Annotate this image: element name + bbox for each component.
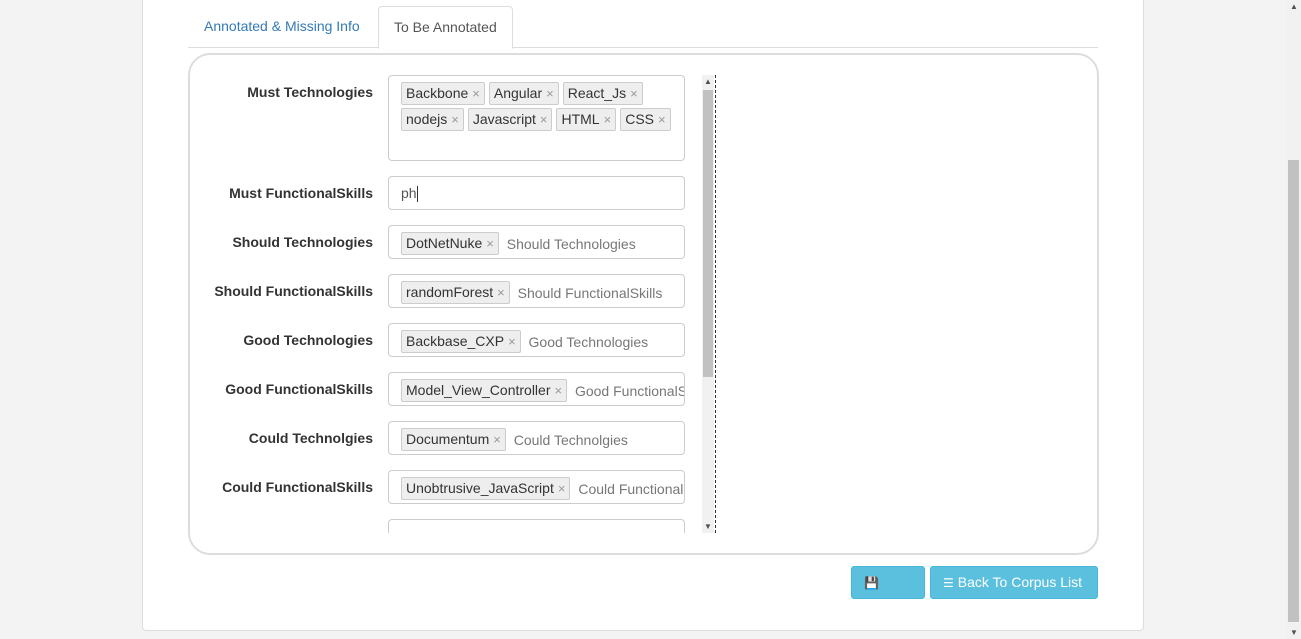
tag-label: Backbase_CXP	[406, 333, 505, 349]
tag-label: Documentum	[406, 431, 490, 447]
tag: Unobtrusive_JavaScript ×	[401, 477, 571, 500]
field-label: Could Technolgies	[248, 430, 373, 446]
field-label: Should Technologies	[232, 234, 373, 250]
annotation-fields-scroll-area[interactable]: Must Technologies Backbone × Angular × React…	[192, 75, 716, 533]
input-placeholder: Could FunctionalSkills	[578, 481, 684, 497]
good-functional-skills-input[interactable]: Model_View_Controller× Good FunctionalSk…	[388, 372, 685, 406]
tag: Angular ×	[488, 82, 559, 105]
tag: randomForest ×	[401, 281, 510, 304]
tag-label: CSS	[625, 111, 654, 127]
tag-label: React_Js	[567, 85, 627, 101]
good-technologies-input[interactable]: Backbase_CXP × Good Technologies	[388, 323, 685, 357]
tag-label: Backbone	[406, 85, 469, 101]
input-placeholder: Good Technologies	[528, 334, 649, 350]
tag-label: Javascript	[472, 111, 536, 127]
input-value: ph	[401, 185, 417, 201]
tag-label: DotNetNuke	[406, 235, 483, 251]
scrollbar-thumb[interactable]	[703, 90, 713, 377]
input-placeholder: Could Technolgies	[513, 432, 628, 448]
tag: Backbone ×	[401, 82, 485, 105]
tag-label: Angular	[493, 85, 543, 101]
tag: Model_View_Controller ×	[401, 379, 568, 402]
should-functional-skills-input[interactable]: randomForest × Should FunctionalSkills	[388, 274, 685, 308]
scroll-down-arrow-icon[interactable]: ▼	[704, 522, 712, 531]
back-to-corpus-list-button[interactable]: ☰ Back To Corpus List	[930, 566, 1098, 599]
list-icon: ☰	[943, 576, 954, 590]
scroll-up-arrow-icon[interactable]: ▲	[704, 77, 712, 86]
window-scroll-down-arrow-icon[interactable]: ▼	[1290, 628, 1298, 637]
field-label: Good Technologies	[243, 332, 373, 348]
floppy-disk-icon: 💾	[864, 576, 879, 590]
tag: DotNetNuke ×	[401, 232, 499, 255]
tag: HTML ×	[556, 108, 617, 131]
tag-remove-icon[interactable]: ×	[558, 481, 566, 496]
tag: Documentum ×	[401, 428, 506, 451]
tag-remove-icon[interactable]: ×	[658, 112, 666, 127]
input-placeholder: Should Technologies	[506, 236, 636, 252]
save-button[interactable]: 💾 Save	[851, 566, 925, 622]
tab-annotated-missing-info[interactable]: Annotated & Missing Info	[189, 6, 375, 48]
tag: nodejs ×	[401, 108, 464, 131]
field-label: Good FunctionalSkills	[225, 381, 373, 397]
tag-remove-icon[interactable]: ×	[493, 432, 501, 447]
tag: React_Js ×	[562, 82, 643, 105]
tag-remove-icon[interactable]: ×	[604, 112, 612, 127]
tag-remove-icon[interactable]: ×	[630, 86, 638, 101]
must-technologies-input[interactable]: Backbone × Angular × React_Js ×nodejs × Javascr…	[388, 75, 685, 161]
save-button-label: Save	[864, 606, 896, 622]
tag-label: Unobtrusive_JavaScript	[406, 480, 554, 496]
should-technologies-input[interactable]: DotNetNuke × Should Technologies	[388, 225, 685, 259]
tag-label: randomForest	[406, 284, 494, 300]
tag: Backbase_CXP ×	[401, 330, 521, 353]
tag-remove-icon[interactable]: ×	[554, 383, 562, 398]
tag: CSS ×	[620, 108, 671, 131]
window-scrollbar[interactable]: ▲ ▼	[1286, 0, 1301, 639]
could-functional-skills-input[interactable]: Unobtrusive_JavaScript × Could Functional…	[388, 470, 685, 504]
tag: Javascript ×	[467, 108, 553, 131]
text-caret	[416, 186, 418, 203]
must-functional-skills-input[interactable]: ph	[388, 176, 685, 210]
tag-remove-icon[interactable]: ×	[486, 236, 494, 251]
could-technologies-input[interactable]: Documentum × Could Technolgies	[388, 421, 685, 455]
field-label: Could FunctionalSkills	[222, 479, 373, 495]
clipped-tag-input[interactable]	[388, 519, 685, 533]
tag-label: HTML	[561, 111, 600, 127]
tag-remove-icon[interactable]: ×	[546, 86, 554, 101]
tag-remove-icon[interactable]: ×	[508, 334, 516, 349]
tag-remove-icon[interactable]: ×	[472, 86, 480, 101]
tag-remove-icon[interactable]: ×	[497, 285, 505, 300]
field-label: Must FunctionalSkills	[229, 185, 373, 201]
tag-label: nodejs	[406, 111, 448, 127]
input-placeholder: Should FunctionalSkills	[517, 285, 663, 301]
window-scroll-up-arrow-icon[interactable]: ▲	[1290, 2, 1298, 11]
window-scrollbar-thumb[interactable]	[1288, 160, 1299, 622]
tag-remove-icon[interactable]: ×	[451, 112, 459, 127]
fields-scrollbar[interactable]: ▲ ▼	[702, 75, 714, 533]
input-placeholder: Good FunctionalSkills	[574, 383, 684, 399]
field-label: Must Technologies	[247, 84, 373, 100]
tab-to-be-annotated[interactable]: To Be Annotated	[378, 6, 513, 49]
tag-label: Model_View_Controller	[406, 382, 551, 398]
back-button-label: Back To Corpus List	[957, 574, 1083, 590]
tag-remove-icon[interactable]: ×	[540, 112, 548, 127]
tab-bar: Annotated & Missing Info To Be Annotated	[188, 6, 1098, 49]
field-label: Should FunctionalSkills	[214, 283, 373, 299]
